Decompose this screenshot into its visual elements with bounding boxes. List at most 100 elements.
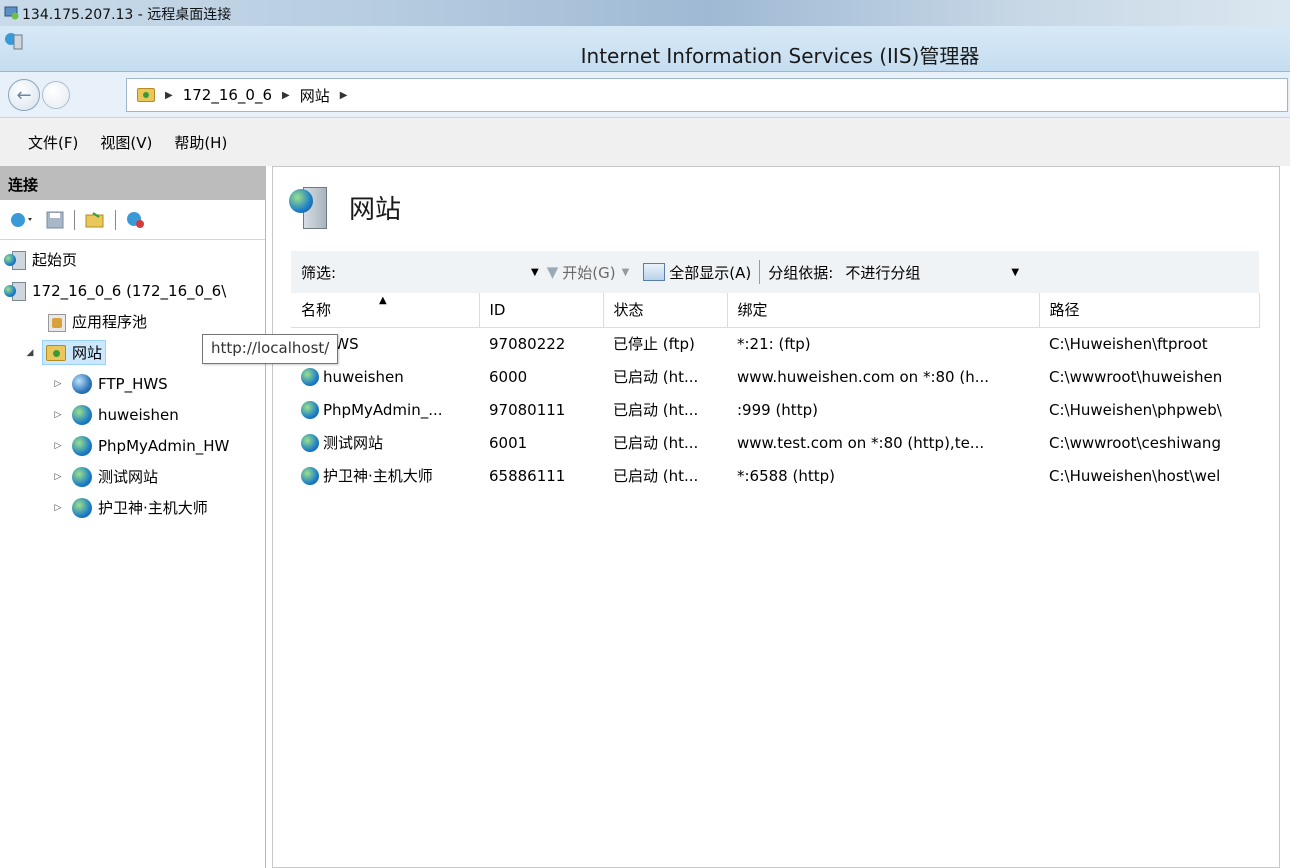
sites-globe-icon bbox=[289, 185, 329, 229]
tree-site-item[interactable]: ▷ FTP_HWS bbox=[0, 368, 265, 399]
tree-label: PhpMyAdmin_HW bbox=[98, 436, 230, 455]
site-path: C:\Huweishen\ftproot bbox=[1049, 334, 1208, 353]
tree-site-item[interactable]: ▷ PhpMyAdmin_HW bbox=[0, 430, 265, 461]
site-id: 97080222 bbox=[489, 334, 566, 353]
globe-icon bbox=[301, 367, 319, 386]
remote-desktop-icon bbox=[4, 6, 19, 20]
save-icon[interactable] bbox=[46, 211, 64, 229]
tree-site-item[interactable]: ▷ 护卫神·主机大师 bbox=[0, 492, 265, 523]
tree-label: 172_16_0_6 (172_16_0_6\ bbox=[32, 281, 227, 300]
site-path: C:\wwwroot\ceshiwang bbox=[1049, 433, 1221, 452]
site-path: C:\wwwroot\huweishen bbox=[1049, 367, 1223, 386]
toolbar-divider bbox=[74, 209, 75, 230]
menu-bar: 文件(F) 视图(V) 帮助(H) bbox=[0, 118, 1290, 166]
tree-label: 护卫神·主机大师 bbox=[98, 499, 208, 517]
toolbar-divider bbox=[759, 260, 761, 284]
filter-input[interactable] bbox=[345, 259, 525, 285]
tree-label: 起始页 bbox=[32, 251, 78, 269]
sites-pane: 网站 筛选: ▼ ▼ 开始(G) ▼ 全部显示(A) 分组依据: 不进行分组 ▼… bbox=[272, 166, 1280, 868]
sites-folder-icon bbox=[137, 88, 155, 102]
disconnect-icon[interactable] bbox=[126, 211, 146, 229]
connections-pane: 连接 起始页 172_16_0_6 (172_16_0_6\ 应用程序池 ◢ 网… bbox=[0, 166, 266, 868]
sites-folder-icon bbox=[46, 344, 66, 361]
tree-label: FTP_HWS bbox=[98, 374, 168, 393]
page-title: 网站 bbox=[349, 194, 402, 225]
funnel-icon: ▼ bbox=[546, 263, 559, 281]
group-by-label: 分组依据: bbox=[768, 263, 834, 282]
group-by-select[interactable]: 不进行分组 bbox=[845, 262, 1005, 283]
column-header-binding[interactable]: 绑定 bbox=[727, 293, 1040, 328]
globe-icon bbox=[72, 497, 92, 518]
chevron-right-icon[interactable]: ▶ bbox=[340, 90, 348, 101]
site-status: 已启动 (ht... bbox=[613, 368, 699, 386]
chevron-right-icon[interactable]: ▶ bbox=[282, 90, 290, 101]
column-header-status[interactable]: 状态 bbox=[603, 293, 728, 328]
site-name: 护卫神·主机大师 bbox=[323, 467, 433, 485]
table-header-row: 名称 ▲ ID 状态 绑定 路径 bbox=[291, 293, 1260, 328]
back-button[interactable]: ← bbox=[8, 79, 40, 111]
show-all-button[interactable]: 全部显示(A) bbox=[669, 262, 751, 283]
site-binding: *:6588 (http) bbox=[737, 466, 835, 485]
globe-icon bbox=[301, 466, 319, 485]
expand-arrow-icon[interactable]: ▷ bbox=[52, 503, 64, 513]
tree-app-pools[interactable]: 应用程序池 bbox=[0, 306, 265, 337]
toolbar-divider bbox=[115, 209, 116, 230]
menu-help[interactable]: 帮助(H) bbox=[174, 132, 227, 153]
site-name: PhpMyAdmin_... bbox=[323, 400, 443, 419]
site-path: C:\Huweishen\host\wel bbox=[1049, 466, 1221, 485]
tree-site-item[interactable]: ▷ 测试网站 bbox=[0, 461, 265, 492]
expand-arrow-icon[interactable]: ▷ bbox=[52, 441, 64, 451]
server-icon bbox=[4, 281, 26, 301]
site-status: 已启动 (ht... bbox=[613, 467, 699, 485]
globe-icon bbox=[72, 466, 92, 487]
tree-sites-selected[interactable]: 网站 bbox=[42, 340, 107, 365]
connections-header: 连接 bbox=[0, 166, 265, 200]
show-all-icon bbox=[643, 263, 666, 281]
table-row[interactable]: huweishen 6000 已启动 (ht... www.huweishen.… bbox=[291, 360, 1259, 393]
column-header-name[interactable]: 名称 ▲ bbox=[291, 293, 480, 328]
rdp-title: 134.175.207.13 - 远程桌面连接 bbox=[22, 7, 232, 23]
globe-icon bbox=[72, 435, 92, 456]
sites-table: 名称 ▲ ID 状态 绑定 路径 HWS 97080222 已停止 (ftp) *… bbox=[291, 293, 1260, 492]
column-header-path[interactable]: 路径 bbox=[1039, 293, 1260, 328]
site-id: 6001 bbox=[489, 433, 528, 452]
globe-icon bbox=[72, 404, 92, 425]
open-folder-icon[interactable] bbox=[85, 211, 105, 229]
expand-arrow-icon[interactable]: ▷ bbox=[52, 379, 64, 389]
chevron-down-icon[interactable]: ▼ bbox=[622, 267, 630, 278]
start-button[interactable]: 开始(G) bbox=[562, 262, 615, 283]
forward-button[interactable] bbox=[42, 81, 70, 109]
connections-tree: 起始页 172_16_0_6 (172_16_0_6\ 应用程序池 ◢ 网站 ▷… bbox=[0, 240, 265, 523]
tree-start-page[interactable]: 起始页 bbox=[0, 244, 265, 275]
breadcrumb-sites[interactable]: 网站 bbox=[300, 85, 330, 106]
tree-site-item[interactable]: ▷ huweishen bbox=[0, 399, 265, 430]
expand-arrow-icon[interactable]: ▷ bbox=[52, 410, 64, 420]
site-status: 已启动 (ht... bbox=[613, 401, 699, 419]
chevron-right-icon[interactable]: ▶ bbox=[165, 90, 173, 101]
table-row[interactable]: 测试网站 6001 已启动 (ht... www.test.com on *:8… bbox=[291, 426, 1259, 459]
table-row[interactable]: HWS 97080222 已停止 (ftp) *:21: (ftp) C:\Hu… bbox=[291, 327, 1259, 360]
column-header-id[interactable]: ID bbox=[479, 293, 604, 328]
ftp-globe-icon bbox=[72, 373, 92, 394]
tree-label: huweishen bbox=[98, 405, 179, 424]
table-row[interactable]: 护卫神·主机大师 65886111 已启动 (ht... *:6588 (htt… bbox=[291, 459, 1259, 492]
address-bar[interactable]: ▶ 172_16_0_6 ▶ 网站 ▶ bbox=[126, 78, 1288, 112]
expand-arrow-icon[interactable]: ▷ bbox=[52, 472, 64, 482]
filter-label: 筛选: bbox=[301, 263, 337, 282]
filter-bar: 筛选: ▼ ▼ 开始(G) ▼ 全部显示(A) 分组依据: 不进行分组 ▼ bbox=[291, 251, 1259, 293]
site-id: 97080111 bbox=[489, 400, 566, 419]
menu-view[interactable]: 视图(V) bbox=[100, 132, 152, 153]
collapse-arrow-icon[interactable]: ◢ bbox=[24, 348, 36, 358]
site-id: 6000 bbox=[489, 367, 528, 386]
chevron-down-icon[interactable]: ▼ bbox=[531, 267, 539, 278]
chevron-down-icon[interactable]: ▼ bbox=[1011, 267, 1019, 278]
site-name: 测试网站 bbox=[323, 434, 384, 452]
table-row[interactable]: PhpMyAdmin_... 97080111 已启动 (ht... :999 … bbox=[291, 393, 1259, 426]
app-pool-icon bbox=[46, 312, 66, 332]
address-row: ← ▶ 172_16_0_6 ▶ 网站 ▶ bbox=[0, 72, 1290, 118]
connect-globe-icon[interactable] bbox=[10, 211, 36, 229]
tree-server[interactable]: 172_16_0_6 (172_16_0_6\ bbox=[0, 275, 265, 306]
breadcrumb-server[interactable]: 172_16_0_6 bbox=[183, 86, 272, 104]
menu-file[interactable]: 文件(F) bbox=[28, 132, 78, 153]
tree-label: 应用程序池 bbox=[72, 313, 148, 331]
